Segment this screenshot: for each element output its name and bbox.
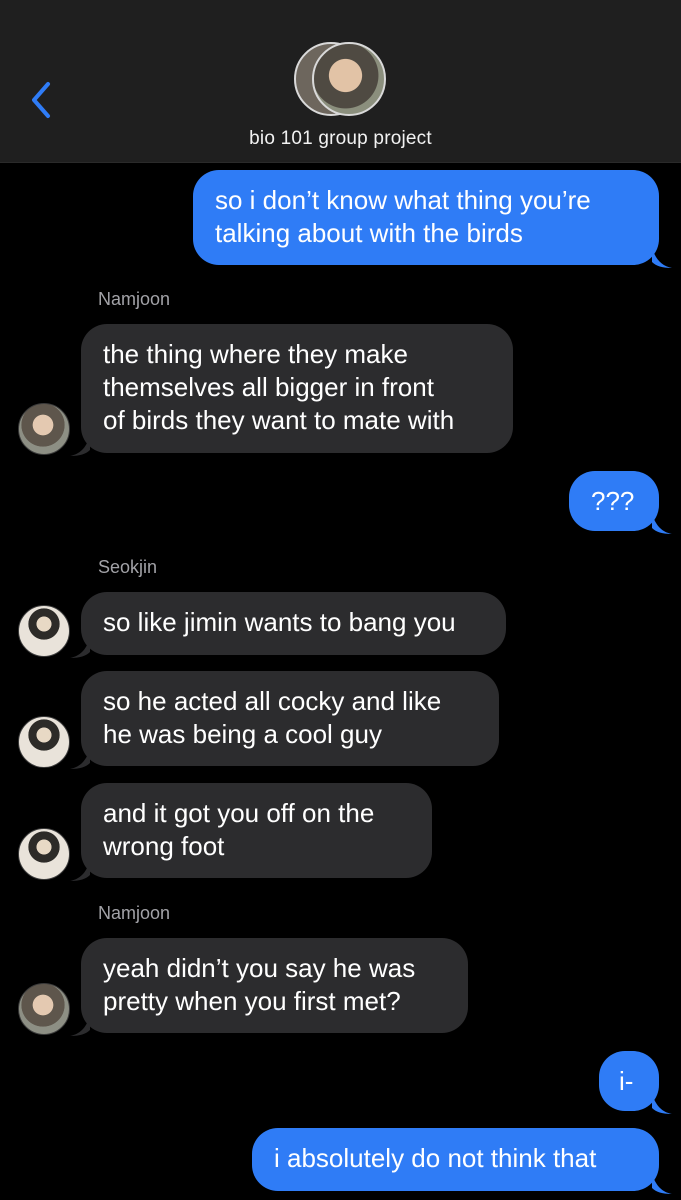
bubble-tail xyxy=(652,1174,672,1194)
sender-name: Namjoon xyxy=(98,903,171,923)
message-bubble-incoming[interactable]: so like jimin wants to bang you xyxy=(81,592,506,655)
message-text-line: talking about with the birds xyxy=(215,218,523,248)
message-text-line: so he acted all cocky and like xyxy=(103,686,442,716)
message-bubble-outgoing[interactable]: ??? xyxy=(569,471,659,531)
group-avatar[interactable] xyxy=(294,42,388,116)
message-bubble-outgoing[interactable]: i- xyxy=(599,1051,659,1111)
message-bubble-incoming[interactable]: so he acted all cocky and like he was be… xyxy=(81,671,499,766)
bubble-tail xyxy=(70,749,90,769)
message-bubble-incoming[interactable]: the thing where they make themselves all… xyxy=(81,324,513,453)
bubble-tail xyxy=(70,436,90,456)
message-text-line: so i don’t know what thing you’re xyxy=(215,185,591,215)
group-member-avatar xyxy=(312,42,386,116)
contact-avatar-seokjin[interactable] xyxy=(18,605,70,657)
sender-name: Namjoon xyxy=(98,289,171,309)
chevron-left-icon[interactable] xyxy=(26,78,56,122)
bubble-tail xyxy=(70,1016,90,1036)
message-text-line: i absolutely do not think that xyxy=(274,1143,597,1173)
message-text-line: yeah didn’t you say he was xyxy=(103,953,416,983)
message-text-line: he was being a cool guy xyxy=(103,719,382,749)
message-bubble-incoming[interactable]: and it got you off on the wrong foot xyxy=(81,783,432,878)
message-text-line: so like jimin wants to bang you xyxy=(103,607,456,637)
group-title[interactable]: bio 101 group project xyxy=(0,128,681,150)
contact-avatar-namjoon[interactable] xyxy=(18,403,70,455)
message-text-line: pretty when you first met? xyxy=(103,986,401,1016)
message-bubble-outgoing[interactable]: so i don’t know what thing you’re talkin… xyxy=(193,170,659,265)
sender-name: Seokjin xyxy=(98,557,158,577)
message-text-line: i- xyxy=(619,1066,634,1096)
bubble-tail xyxy=(652,514,672,534)
chat-header: bio 101 group project xyxy=(0,0,681,163)
bubble-tail xyxy=(70,861,90,881)
bubble-tail xyxy=(652,248,672,268)
message-text-line: wrong foot xyxy=(103,831,225,861)
contact-avatar-seokjin[interactable] xyxy=(18,828,70,880)
message-bubble-outgoing[interactable]: i absolutely do not think that xyxy=(252,1128,659,1191)
message-text-line: themselves all bigger in front xyxy=(103,372,434,402)
bubble-tail xyxy=(652,1094,672,1114)
message-bubble-incoming[interactable]: yeah didn’t you say he was pretty when y… xyxy=(81,938,468,1033)
message-text-line: ??? xyxy=(591,486,635,516)
contact-avatar-seokjin[interactable] xyxy=(18,716,70,768)
message-text-line: of birds they want to mate with xyxy=(103,405,455,435)
message-text-line: the thing where they make xyxy=(103,339,408,369)
bubble-tail xyxy=(70,638,90,658)
message-text-line: and it got you off on the xyxy=(103,798,375,828)
contact-avatar-namjoon[interactable] xyxy=(18,983,70,1035)
